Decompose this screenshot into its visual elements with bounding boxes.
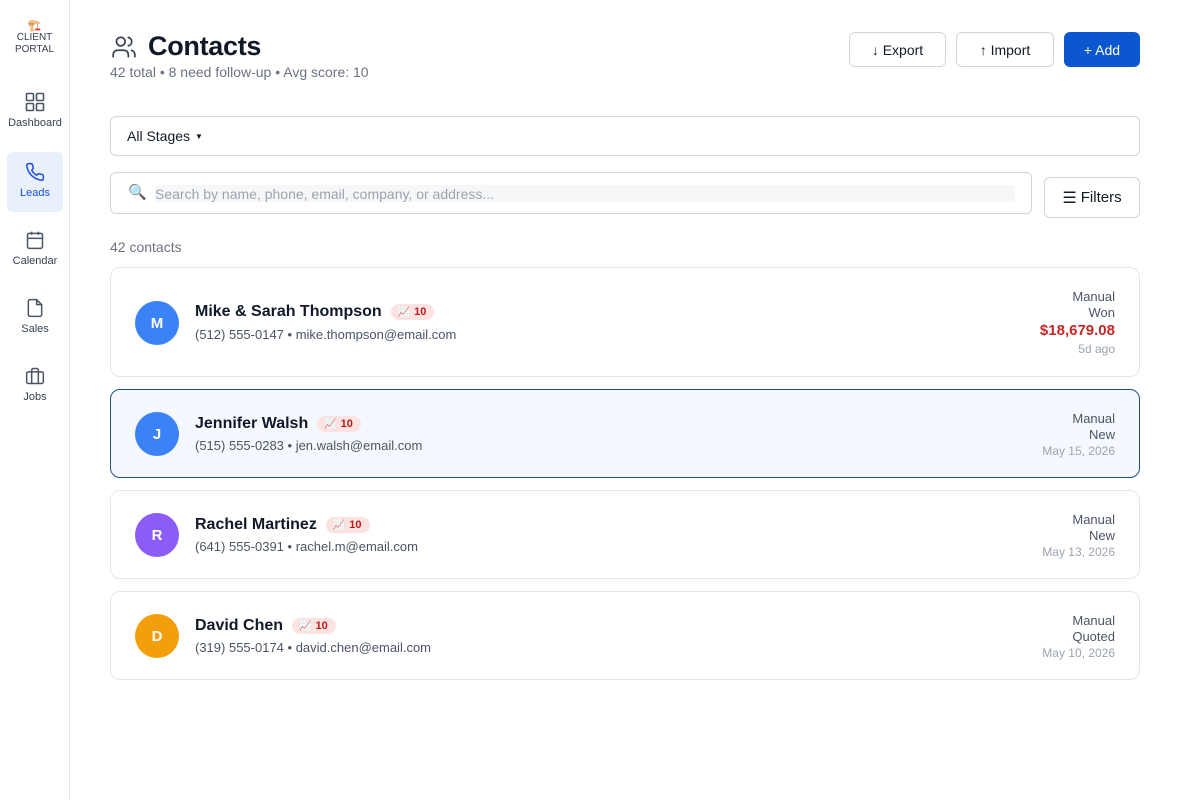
crane-icon: 🏗️ — [27, 20, 42, 32]
file-icon — [27, 298, 43, 318]
brand-line-2: PORTAL — [14, 44, 55, 55]
sidebar-item-dashboard[interactable]: Dashboard — [7, 82, 63, 142]
contact-stage: Quoted — [1072, 629, 1115, 644]
score-value: 10 — [315, 620, 328, 632]
avatar: R — [135, 513, 179, 557]
grid-icon — [25, 92, 45, 112]
contact-card[interactable]: D David Chen 📈 10 (319) 555-0174 • david.… — [110, 591, 1140, 680]
contact-date: May 10, 2026 — [1042, 646, 1115, 660]
contact-source: Manual — [1072, 512, 1115, 527]
score-badge: 📈 10 — [292, 618, 336, 634]
sidebar-item-jobs[interactable]: Jobs — [7, 356, 63, 416]
stage-select-value: All Stages — [127, 128, 191, 144]
export-button[interactable]: ↓ Export — [849, 32, 946, 67]
sidebar-item-label: Calendar — [12, 255, 58, 267]
avatar: D — [135, 614, 179, 658]
contact-card[interactable]: M Mike & Sarah Thompson 📈 10 (512) 555-01… — [110, 267, 1140, 377]
contact-name-row: David Chen 📈 10 — [195, 617, 336, 635]
contact-source: Manual — [1072, 289, 1115, 304]
score-badge: 📈 10 — [325, 517, 370, 533]
briefcase-icon — [25, 367, 45, 385]
sidebar-item-sales[interactable]: Sales — [7, 288, 63, 348]
contact-name: Jennifer Walsh — [195, 415, 309, 432]
filters-button-label: Filters — [1080, 189, 1122, 206]
sidebar: 🏗️ CLIENT PORTAL Dashboard Leads Calenda… — [0, 0, 70, 800]
search-input[interactable] — [155, 185, 1015, 202]
contact-meta: Manual New May 13, 2026 — [1042, 512, 1115, 560]
contact-phone: (512) 555-0147 — [195, 327, 284, 342]
search-box[interactable]: 🔍 — [110, 172, 1032, 214]
contact-phone: (319) 555-0174 — [195, 640, 284, 655]
score-badge: 📈 10 — [317, 416, 361, 432]
contact-name: Mike & Sarah Thompson — [195, 303, 382, 320]
contact-name-row: Mike & Sarah Thompson 📈 10 — [195, 303, 435, 321]
contact-stage: Won — [1088, 305, 1116, 320]
contact-meta: Manual Won $18,679.08 5d ago — [1040, 289, 1115, 357]
score-badge: 📈 10 — [390, 304, 435, 320]
users-icon — [112, 36, 136, 58]
sidebar-item-label: Sales — [21, 323, 49, 335]
contact-card[interactable]: J Jennifer Walsh 📈 10 (515) 555-0283 • je… — [110, 389, 1140, 478]
contact-amount: $18,679.08 — [1039, 322, 1115, 339]
page-title: Contacts — [148, 31, 262, 61]
contact-meta: Manual Quoted May 10, 2026 — [1042, 613, 1115, 661]
contact-details: (515) 555-0283 • jen.walsh@email.com — [195, 438, 423, 453]
contact-card[interactable]: R Rachel Martinez 📈 10 (641) 555-0391 • r… — [110, 490, 1140, 579]
contact-name: David Chen — [195, 617, 284, 634]
sidebar-item-label: Leads — [20, 187, 50, 199]
sidebar-item-label: Dashboard — [8, 117, 62, 129]
contact-stage: New — [1088, 528, 1115, 543]
contact-details: (512) 555-0147 • mike.thompson@email.com — [195, 327, 457, 342]
chart-trend-icon: 📈 — [397, 306, 411, 318]
contact-name-row: Jennifer Walsh 📈 10 — [195, 415, 361, 433]
contact-phone: (641) 555-0391 — [195, 539, 284, 554]
brand-logo[interactable]: 🏗️ CLIENT PORTAL — [0, 20, 69, 56]
brand-line-1: CLIENT — [16, 32, 53, 43]
filters-button[interactable]: ☰ Filters — [1044, 177, 1140, 218]
stage-select[interactable]: All Stages ▼ — [110, 116, 1140, 156]
calendar-icon — [26, 231, 44, 250]
contact-date: May 13, 2026 — [1042, 545, 1115, 559]
chart-trend-icon: 📈 — [299, 620, 312, 632]
page-subtitle: 42 total • 8 need follow-up • Avg score:… — [110, 64, 369, 80]
add-contact-button[interactable]: + Add — [1064, 32, 1140, 67]
sidebar-item-calendar[interactable]: Calendar — [7, 220, 63, 280]
menu-icon: ☰ — [1062, 189, 1077, 207]
contact-email: jen.walsh@email.com — [295, 438, 423, 453]
chart-trend-icon: 📈 — [324, 418, 337, 430]
avatar: M — [135, 301, 179, 345]
contact-phone: (515) 555-0283 — [195, 438, 284, 453]
score-value: 10 — [414, 306, 427, 318]
avatar: J — [135, 412, 179, 456]
chart-trend-icon: 📈 — [332, 519, 346, 531]
phone-icon — [26, 162, 45, 181]
contact-email: mike.thompson@email.com — [295, 327, 457, 342]
contact-email: david.chen@email.com — [295, 640, 432, 655]
contact-date: May 15, 2026 — [1042, 444, 1115, 458]
contact-date: 5d ago — [1078, 342, 1115, 356]
contact-meta: Manual New May 15, 2026 — [1042, 411, 1115, 459]
score-value: 10 — [349, 519, 362, 531]
contact-stage: New — [1088, 427, 1115, 442]
contact-name-row: Rachel Martinez 📈 10 — [195, 516, 370, 534]
search-icon: 🔍 — [128, 184, 147, 201]
contact-count: 42 contacts — [110, 239, 182, 255]
contact-email: rachel.m@email.com — [295, 539, 418, 554]
score-value: 10 — [340, 418, 353, 430]
sidebar-item-label: Jobs — [23, 391, 47, 403]
sidebar-item-leads[interactable]: Leads — [7, 152, 63, 212]
contact-name: Rachel Martinez — [195, 516, 317, 533]
caret-down-icon: ▼ — [195, 132, 203, 141]
import-button[interactable]: ↑ Import — [956, 32, 1054, 67]
contact-details: (641) 555-0391 • rachel.m@email.com — [195, 539, 418, 554]
contact-source: Manual — [1072, 411, 1115, 426]
contact-details: (319) 555-0174 • david.chen@email.com — [195, 640, 432, 655]
contact-source: Manual — [1072, 613, 1115, 628]
